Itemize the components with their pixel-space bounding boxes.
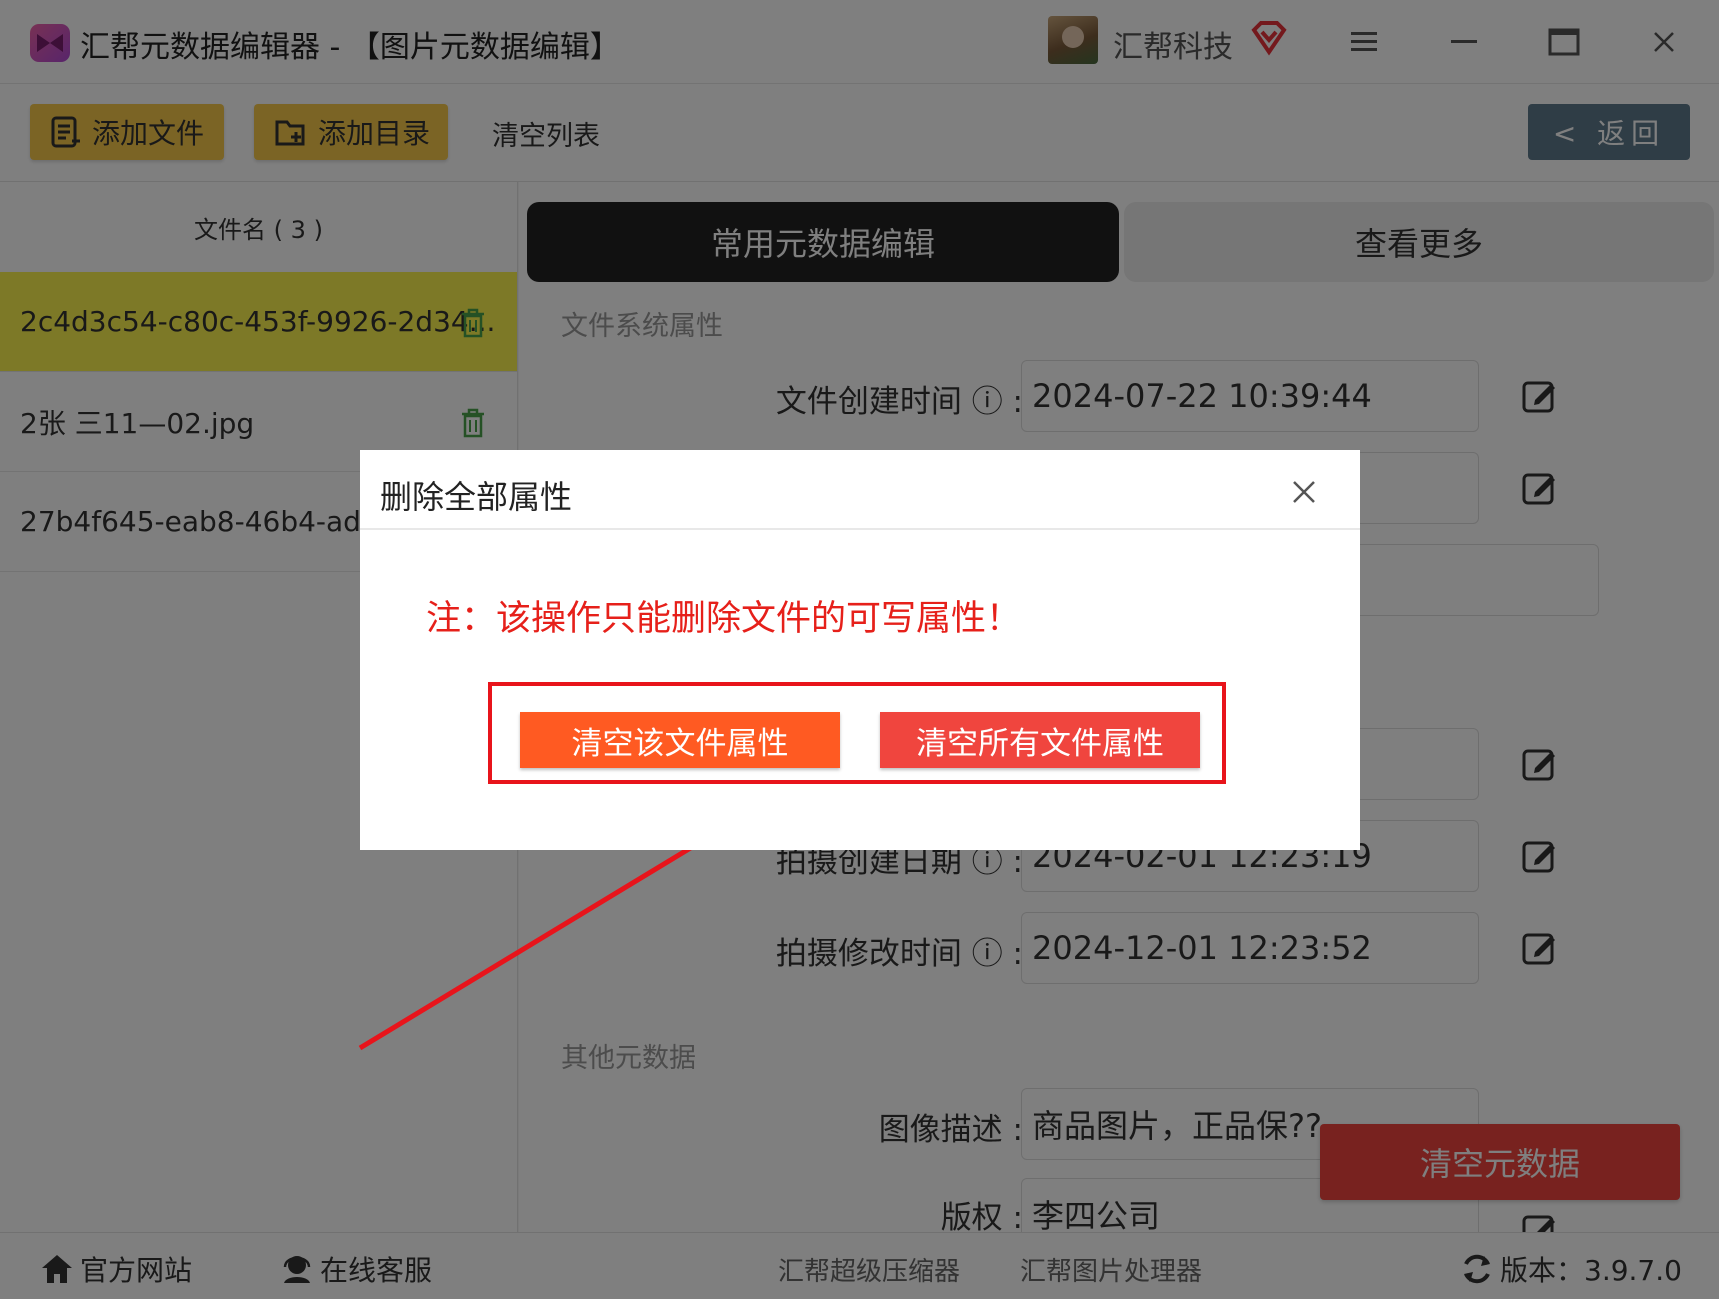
dialog-header: 删除全部属性 (360, 450, 1360, 530)
dialog-warning-note: 注：该操作只能删除文件的可写属性！ (426, 599, 1022, 639)
clear-this-file-button[interactable]: 清空该文件属性 (520, 712, 840, 768)
close-icon[interactable] (1290, 478, 1318, 506)
dialog-title: 删除全部属性 (380, 478, 573, 516)
clear-all-files-button[interactable]: 清空所有文件属性 (880, 712, 1200, 768)
delete-all-properties-dialog: 删除全部属性 注：该操作只能删除文件的可写属性！ 清空该文件属性 清空所有文件属… (360, 450, 1360, 850)
